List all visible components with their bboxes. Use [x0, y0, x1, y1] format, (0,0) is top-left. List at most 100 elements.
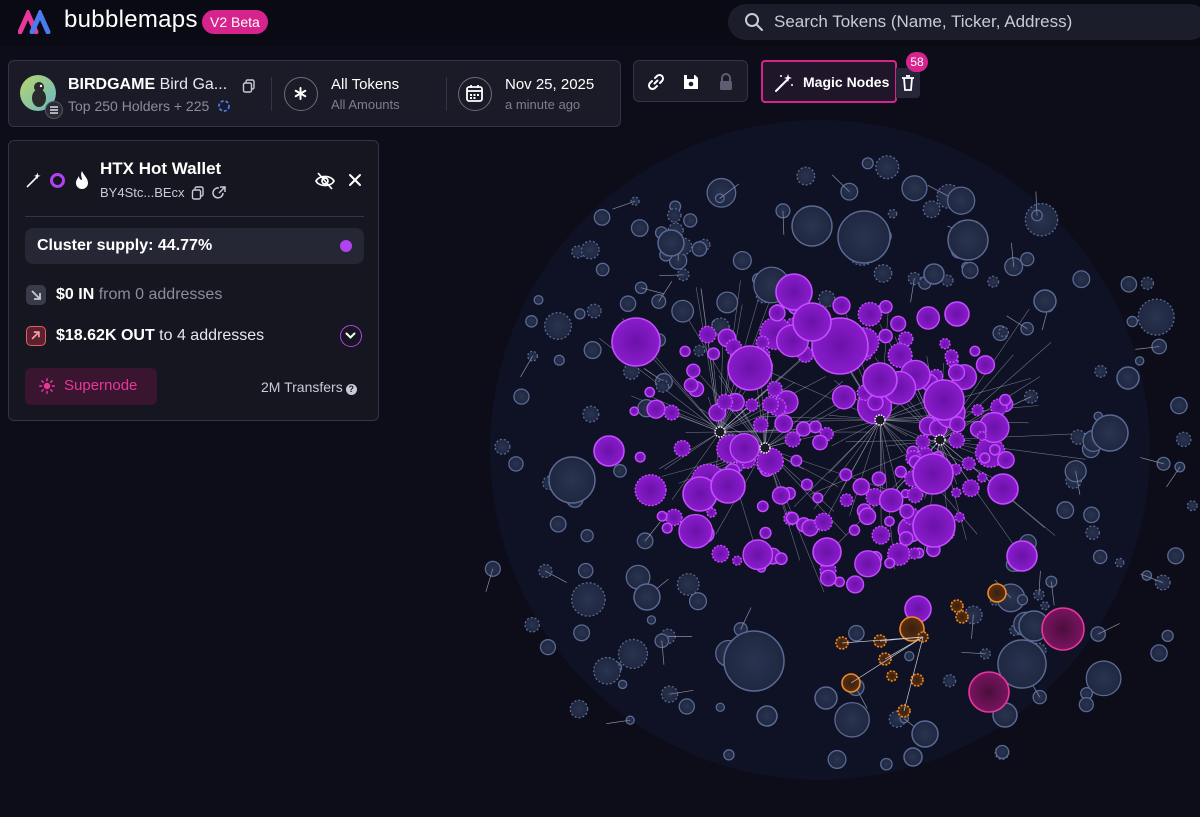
holder-bubble[interactable]: [723, 749, 735, 761]
wallet-address[interactable]: BY4Stc...BEcx: [100, 185, 185, 200]
cluster-bubble[interactable]: [727, 345, 773, 391]
cluster-bubble[interactable]: [848, 524, 861, 536]
holder-bubble[interactable]: [1175, 431, 1192, 448]
cluster-bubble[interactable]: [771, 486, 791, 505]
cluster-bubble[interactable]: [987, 583, 1007, 603]
holder-bubble[interactable]: [613, 464, 627, 478]
holder-bubble[interactable]: [998, 326, 1010, 338]
holder-bubble[interactable]: [569, 699, 589, 719]
holder-bubble[interactable]: [923, 263, 945, 285]
holder-bubble[interactable]: [583, 341, 602, 360]
cluster-bubble[interactable]: [944, 301, 970, 327]
cluster-bubble[interactable]: [812, 492, 824, 504]
cluster-bubble[interactable]: [916, 306, 941, 330]
cluster-bubble[interactable]: [663, 404, 680, 421]
cluster-bubble[interactable]: [774, 552, 788, 566]
cluster-bubble[interactable]: [923, 379, 965, 421]
cluster-bubble[interactable]: [944, 349, 959, 364]
cluster-bubble[interactable]: [634, 474, 667, 507]
cluster-bubble[interactable]: [961, 456, 976, 471]
cluster-bubble[interactable]: [839, 493, 854, 508]
holder-bubble[interactable]: [1140, 276, 1155, 291]
external-link-icon[interactable]: [212, 186, 226, 200]
cluster-bubble[interactable]: [1006, 540, 1038, 572]
holder-bubble[interactable]: [580, 529, 594, 543]
holder-bubble[interactable]: [946, 186, 976, 215]
cluster-bubble[interactable]: [707, 347, 721, 361]
cluster-bubble[interactable]: [915, 434, 931, 450]
cluster-bubble[interactable]: [878, 300, 893, 314]
holder-bubble[interactable]: [1094, 364, 1108, 378]
holder-bubble[interactable]: [995, 744, 1010, 759]
holder-bubble[interactable]: [1120, 275, 1138, 293]
cluster-bubble[interactable]: [912, 504, 956, 548]
holder-bubble[interactable]: [524, 616, 540, 633]
holder-bubble[interactable]: [1083, 506, 1100, 524]
cluster-bubble[interactable]: [948, 431, 966, 449]
cluster-bubble[interactable]: [762, 395, 780, 414]
holder-bubble[interactable]: [814, 686, 838, 710]
holder-bubble[interactable]: [634, 281, 648, 295]
cluster-bubble[interactable]: [729, 432, 760, 464]
hub-bubble[interactable]: [934, 434, 946, 446]
cluster-bubble[interactable]: [716, 393, 734, 411]
holder-bubble[interactable]: [1134, 356, 1145, 366]
holder-bubble[interactable]: [549, 515, 567, 533]
cluster-bubble[interactable]: [898, 531, 914, 546]
cluster-bubble[interactable]: [955, 610, 969, 624]
cluster-bubble[interactable]: [784, 431, 801, 448]
cluster-bubble[interactable]: [766, 380, 783, 397]
holder-bubble[interactable]: [1116, 366, 1140, 390]
holder-bubble[interactable]: [1114, 557, 1125, 568]
cluster-bubble[interactable]: [890, 315, 907, 332]
holder-bubble[interactable]: [586, 303, 602, 319]
holder-bubble[interactable]: [676, 572, 700, 596]
cluster-bubble[interactable]: [800, 478, 814, 491]
bubblemaps-logo-icon[interactable]: [18, 10, 54, 34]
cluster-bubble[interactable]: [656, 510, 668, 522]
holder-bubble[interactable]: [630, 219, 649, 237]
holder-bubble[interactable]: [548, 456, 596, 504]
holder-bubble[interactable]: [943, 674, 957, 688]
cluster-bubble[interactable]: [790, 454, 803, 467]
holder-bubble[interactable]: [646, 615, 657, 625]
lock-icon[interactable]: [716, 72, 736, 92]
cluster-bubble[interactable]: [951, 487, 962, 498]
cluster-bubble[interactable]: [878, 328, 893, 344]
cluster-bubble[interactable]: [745, 398, 759, 412]
holder-bubble[interactable]: [666, 208, 682, 223]
cluster-bubble[interactable]: [971, 403, 984, 417]
holder-bubble[interactable]: [827, 749, 847, 769]
cluster-bubble[interactable]: [947, 363, 966, 382]
cluster-bubble[interactable]: [752, 416, 769, 433]
cluster-bubble[interactable]: [839, 468, 853, 482]
cluster-bubble[interactable]: [939, 337, 951, 350]
holder-bubble[interactable]: [861, 157, 874, 170]
holder-bubble[interactable]: [1024, 202, 1059, 237]
holder-bubble[interactable]: [1092, 549, 1108, 565]
holder-bubble[interactable]: [723, 630, 785, 692]
holder-bubble[interactable]: [691, 241, 708, 257]
holder-bubble[interactable]: [539, 639, 557, 656]
holder-bubble[interactable]: [1170, 396, 1188, 415]
cluster-bubble[interactable]: [686, 363, 701, 378]
holder-bubble[interactable]: [901, 175, 928, 202]
cluster-bubble[interactable]: [742, 539, 774, 571]
holder-bubble[interactable]: [577, 562, 594, 579]
cluster-bubble[interactable]: [908, 547, 921, 560]
snapshot-date[interactable]: Nov 25, 2025: [505, 76, 594, 93]
holder-bubble[interactable]: [1186, 500, 1198, 512]
holder-bubble[interactable]: [887, 208, 898, 219]
cluster-bubble[interactable]: [879, 488, 904, 513]
holder-bubble[interactable]: [791, 205, 833, 247]
cluster-bubble[interactable]: [646, 399, 666, 419]
cluster-bubble[interactable]: [884, 557, 896, 569]
holder-bubble[interactable]: [922, 200, 941, 219]
supernode-button[interactable]: Supernode: [25, 368, 157, 405]
holder-bubble[interactable]: [796, 166, 816, 186]
cluster-bubble[interactable]: [999, 393, 1012, 407]
search-bar[interactable]: [728, 4, 1200, 40]
cluster-bubble[interactable]: [977, 472, 988, 483]
cluster-bubble[interactable]: [832, 296, 851, 315]
holder-bubble[interactable]: [1078, 696, 1094, 713]
